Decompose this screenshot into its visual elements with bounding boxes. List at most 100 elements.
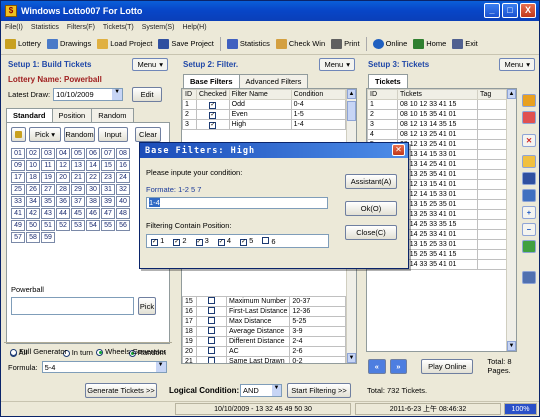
scroll-down-icon[interactable]: ▼ (347, 353, 356, 363)
ticket-row[interactable]: 2 08 10 15 35 41 01 (367, 109, 507, 120)
dialog-close-button[interactable]: Close(C) (345, 225, 397, 240)
lottery-button[interactable]: Lottery (5, 38, 41, 49)
exit-button[interactable]: Exit (452, 38, 478, 49)
scroll-thumb[interactable] (347, 101, 356, 121)
filter-row[interactable]: 19 Different Distance 2-4 (182, 336, 346, 347)
load-project-button[interactable]: Load Project (97, 38, 152, 49)
col-tag[interactable]: Tag (477, 89, 507, 100)
position-checkbox-3[interactable]: ✓ 3 (195, 236, 209, 246)
number-button[interactable]: 36 (56, 196, 70, 207)
number-button[interactable]: 34 (26, 196, 40, 207)
filter-condition[interactable]: 2-4 (289, 336, 346, 347)
ticket-row[interactable]: 1 08 10 12 33 41 15 (367, 99, 507, 110)
number-button[interactable]: 31 (101, 184, 115, 195)
filter-row[interactable]: 2 ✓ Even 1-5 (182, 109, 347, 120)
filter-condition[interactable]: 2-6 (289, 346, 346, 357)
prev-page-icon[interactable]: « (368, 358, 386, 374)
col-ticket-id[interactable]: ID (367, 89, 398, 100)
tab-tickets[interactable]: Tickets (368, 74, 408, 88)
save-project-button[interactable]: Save Project (158, 38, 214, 49)
checkbox-icon[interactable]: ✓ (240, 239, 248, 246)
position-checkbox-5[interactable]: ✓ 5 (240, 236, 253, 246)
number-button[interactable]: 52 (56, 220, 70, 231)
filter-row[interactable]: 21 Same Last Drawn 0-2 (182, 356, 346, 363)
position-checkbox-6[interactable]: 6 (262, 236, 276, 246)
filter-condition[interactable]: 5-25 (289, 316, 346, 327)
checkbox-icon[interactable]: ✓ (209, 111, 217, 119)
checkbox-icon[interactable] (208, 327, 215, 334)
radio-full-generator[interactable]: Full Generator (10, 347, 67, 356)
number-button[interactable]: 27 (41, 184, 55, 195)
scroll-up-icon[interactable]: ▲ (507, 89, 516, 99)
col-tickets[interactable]: Tickets (397, 89, 478, 100)
number-button[interactable]: 09 (11, 160, 25, 171)
folder-icon[interactable] (522, 155, 536, 168)
export-icon[interactable] (522, 189, 536, 202)
number-button[interactable]: 46 (86, 208, 100, 219)
setup3-menu-button[interactable]: Menu ▾ (499, 57, 535, 71)
number-button[interactable]: 41 (11, 208, 25, 219)
number-button[interactable]: 22 (86, 172, 100, 183)
filter-condition[interactable]: 0-2 (289, 356, 346, 363)
menu-system[interactable]: System(S) (142, 24, 175, 31)
number-button[interactable]: 54 (86, 220, 100, 231)
edit-button[interactable]: Edit (132, 87, 163, 102)
number-button[interactable]: 08 (116, 148, 130, 159)
number-button[interactable]: 58 (26, 232, 40, 243)
number-button[interactable]: 24 (116, 172, 130, 183)
number-button[interactable]: 59 (41, 232, 55, 243)
filter-checkbox[interactable]: ✓ (196, 119, 230, 130)
filter-row[interactable]: 17 Max Distance 5-25 (182, 316, 346, 327)
home-button[interactable]: Home (413, 38, 446, 49)
number-button[interactable]: 11 (41, 160, 55, 171)
tab-position[interactable]: Position (51, 108, 93, 122)
number-button[interactable]: 05 (71, 148, 85, 159)
number-button[interactable]: 16 (116, 160, 130, 171)
clear-button[interactable]: Clear (135, 127, 161, 142)
checkbox-icon[interactable]: ✓ (217, 239, 225, 246)
number-button[interactable]: 50 (26, 220, 40, 231)
lottery-mini-icon[interactable] (11, 127, 26, 142)
lottery-icon[interactable] (522, 94, 536, 107)
delete-icon[interactable]: ✕ (522, 134, 536, 147)
number-button[interactable]: 14 (86, 160, 100, 171)
tab-random[interactable]: Random (91, 108, 134, 122)
number-button[interactable]: 56 (116, 220, 130, 231)
setup1-menu-button[interactable]: Menu ▾ (132, 57, 168, 71)
checkbox-icon[interactable]: ✓ (195, 239, 203, 246)
number-button[interactable]: 44 (56, 208, 70, 219)
setup2-menu-button[interactable]: Menu ▾ (319, 57, 355, 71)
drawings-button[interactable]: Drawings (46, 38, 91, 49)
number-button[interactable]: 18 (26, 172, 40, 183)
col-filter-name[interactable]: Filter Name (228, 89, 292, 100)
checkbox-icon[interactable]: ✓ (151, 239, 158, 246)
filter-checkbox[interactable] (196, 336, 227, 347)
refresh-icon[interactable] (522, 240, 536, 253)
checkbox-icon[interactable]: ✓ (209, 121, 217, 129)
number-button[interactable]: 04 (56, 148, 70, 159)
number-button[interactable]: 37 (71, 196, 85, 207)
remove-icon[interactable]: − (522, 223, 536, 236)
scroll-down-icon[interactable]: ▼ (507, 341, 516, 351)
ticket-row[interactable]: 3 08 12 13 14 35 15 (367, 119, 507, 130)
col-id[interactable]: ID (182, 89, 197, 100)
filter-condition[interactable]: 1-4 (290, 119, 347, 130)
number-button[interactable]: 03 (41, 148, 55, 159)
number-button[interactable]: 23 (101, 172, 115, 183)
add-icon[interactable]: + (522, 206, 536, 219)
online-button[interactable]: Online (372, 38, 407, 49)
filter-row[interactable]: 16 First-Last Distance 12-36 (182, 306, 346, 317)
number-button[interactable]: 45 (71, 208, 85, 219)
menu-statistics[interactable]: Statistics (31, 24, 59, 31)
tab-advanced-filters[interactable]: Advanced Filters (238, 74, 309, 88)
close-button[interactable]: X (520, 3, 536, 18)
menu-file[interactable]: File(I) (5, 24, 23, 31)
checkbox-icon[interactable] (208, 347, 215, 354)
number-button[interactable]: 06 (86, 148, 100, 159)
number-button[interactable]: 01 (11, 148, 25, 159)
position-checkbox-2[interactable]: ✓ 2 (173, 236, 187, 246)
input-button[interactable]: Input (98, 127, 128, 142)
checkbox-icon[interactable]: ✓ (209, 101, 217, 109)
filter-row[interactable]: 20 AC 2-6 (182, 346, 346, 357)
filter-condition[interactable]: 3-9 (289, 326, 346, 337)
